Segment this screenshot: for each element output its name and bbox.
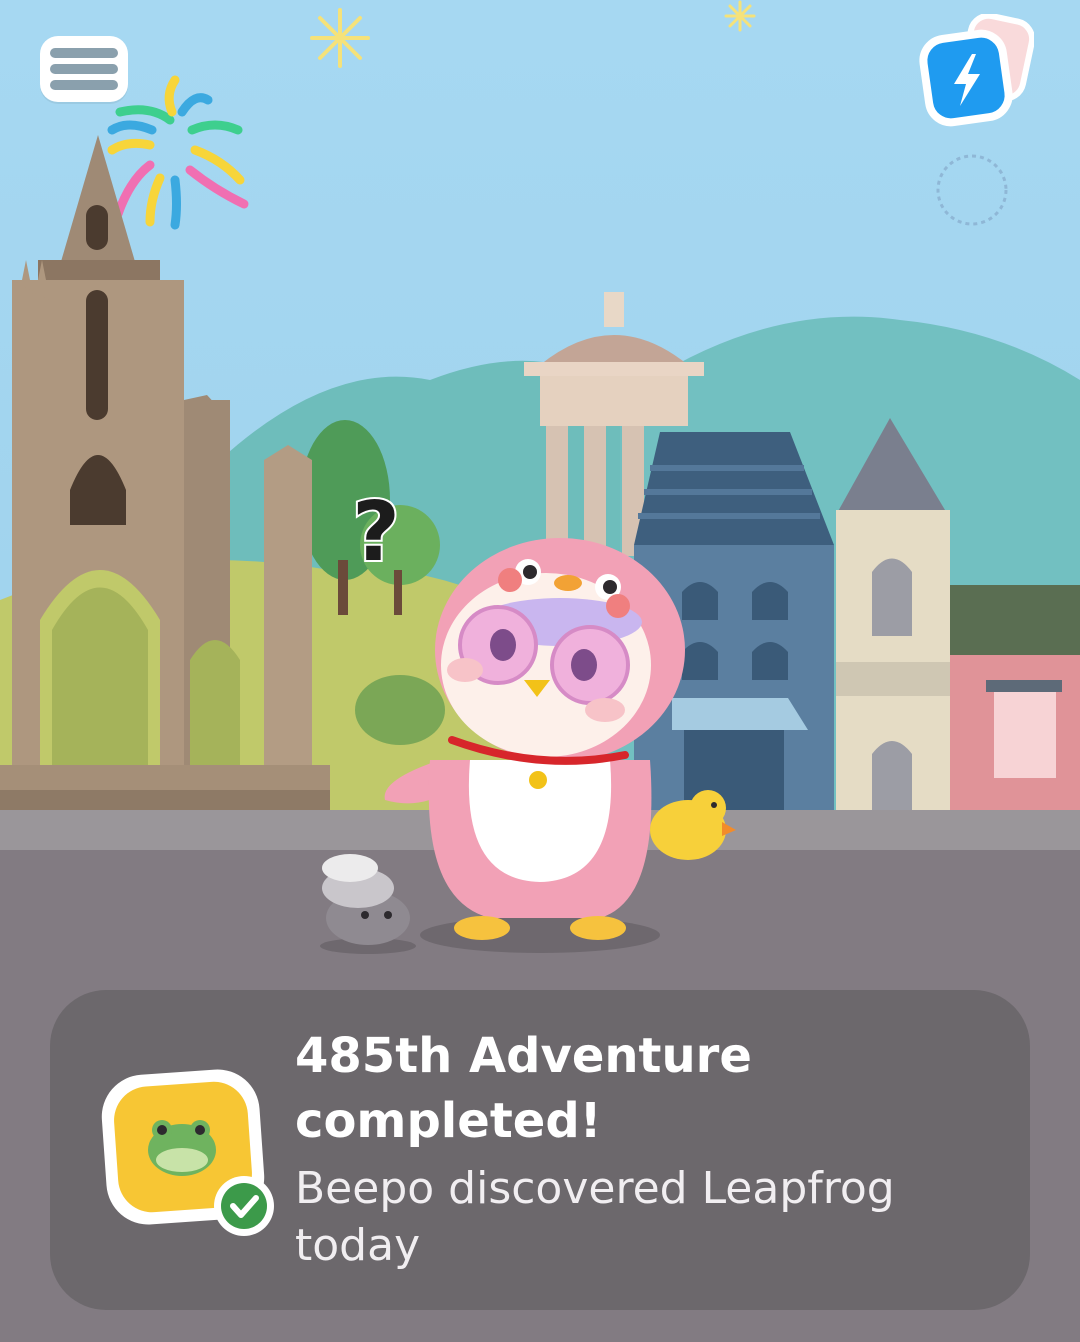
frog-icon [148, 1120, 216, 1176]
lightning-bolt-icon [919, 12, 1036, 127]
checkmark-icon [214, 1176, 274, 1236]
hamburger-menu-icon [50, 48, 118, 58]
menu-button[interactable] [40, 36, 128, 102]
bush [355, 675, 445, 745]
firework-small-icon [724, 0, 756, 32]
adventure-screen: ? 485th Adventure completed! Beepo disco… [0, 0, 1080, 1342]
pink-shop [950, 585, 1080, 810]
firework-star-icon [310, 8, 370, 68]
energy-button[interactable] [918, 12, 1036, 130]
adventure-title: 485th Adventure completed! [295, 1028, 752, 1149]
adventure-subtitle: Beepo discovered Leapfrog today [295, 1163, 895, 1271]
question-mark: ? [352, 485, 400, 580]
leapfrog-badge [100, 1068, 280, 1238]
